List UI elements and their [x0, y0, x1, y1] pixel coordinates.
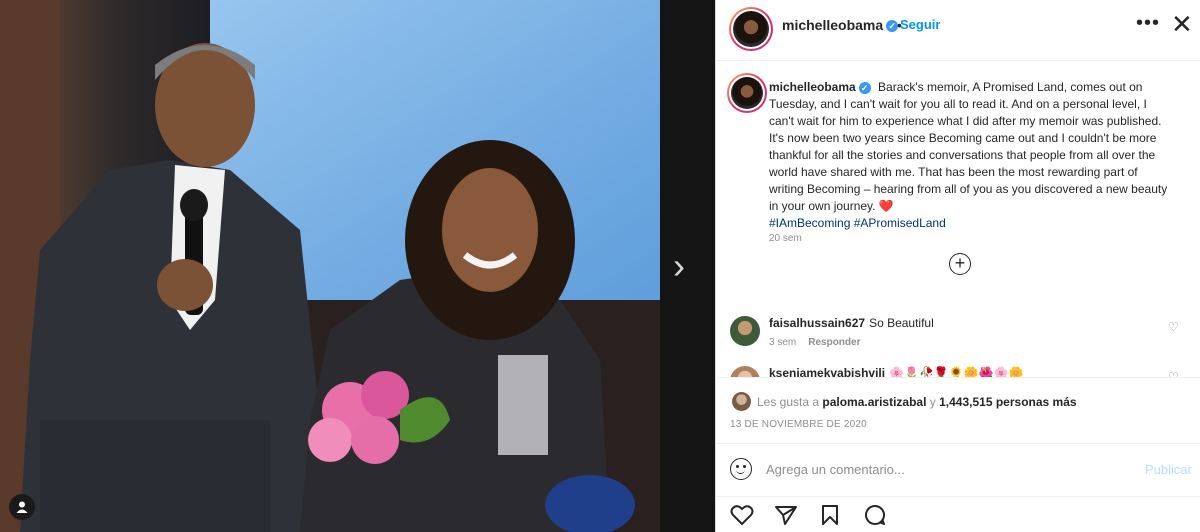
post-header: michelleobama ✓ • Seguir ••• ✕	[716, 0, 1200, 61]
comment-input[interactable]	[766, 459, 1126, 479]
comment-text: faisalhussain627 So Beautiful	[769, 316, 934, 330]
action-bar	[716, 498, 1200, 532]
close-icon[interactable]: ✕	[1171, 9, 1193, 39]
follow-button[interactable]: Seguir	[900, 17, 940, 32]
liker-avatar[interactable]	[732, 392, 751, 411]
verified-badge-icon: ✓	[858, 81, 871, 94]
comment-bubble-icon[interactable]	[863, 504, 887, 531]
comment-username[interactable]: faisalhussain627	[769, 316, 865, 330]
caption-hashtags[interactable]: #IAmBecoming #APromisedLand	[769, 216, 946, 230]
publish-button[interactable]: Publicar	[1145, 462, 1192, 477]
caption-body: Barack's memoir, A Promised Land, comes …	[769, 80, 1168, 213]
comments-section[interactable]: michelleobama ✓ Barack's memoir, A Promis…	[716, 62, 1200, 378]
likes-count[interactable]: 1,443,515 personas más	[939, 395, 1076, 409]
likes-summary[interactable]: Les gusta a paloma.aristizabal y 1,443,5…	[757, 395, 1077, 409]
comment-like-heart-icon[interactable]: ♡	[1168, 370, 1179, 377]
user-tag-icon[interactable]	[9, 494, 35, 520]
photo-illustration	[0, 0, 660, 532]
comment-body: 🌸🌷🥀🌹🌻🌼🌺🌸🌼	[889, 366, 1024, 378]
bookmark-icon[interactable]	[819, 504, 841, 531]
comment-username[interactable]: kseniamekvabishvili	[769, 366, 885, 377]
caption-text: michelleobama ✓ Barack's memoir, A Promis…	[769, 79, 1169, 232]
liker-username[interactable]: paloma.aristizabal	[822, 395, 926, 409]
comment-item: kseniamekvabishvili 🌸🌷🥀🌹🌻🌼🌺🌸🌼 ♡	[716, 362, 1200, 378]
more-options-icon[interactable]: •••	[1136, 12, 1160, 35]
post-panel: michelleobama ✓ • Seguir ••• ✕ michelleob…	[715, 0, 1200, 532]
comment-item: faisalhussain627 So Beautiful 3 sem Respon…	[716, 312, 1200, 356]
post-date: 13 DE NOVIEMBRE DE 2020	[730, 419, 867, 430]
comment-avatar[interactable]	[730, 366, 760, 377]
author-avatar[interactable]	[729, 7, 773, 51]
comment-body: So Beautiful	[869, 316, 934, 330]
comment-meta: 3 sem Responder	[769, 337, 872, 348]
caption-timestamp[interactable]: 20 sem	[769, 233, 802, 244]
heart-emoji: ❤️	[878, 199, 894, 213]
emoji-picker-icon[interactable]	[730, 458, 752, 480]
post-media: ›	[0, 0, 715, 532]
caption-avatar[interactable]	[727, 73, 767, 113]
share-send-icon[interactable]	[774, 504, 798, 531]
post-photo	[0, 0, 660, 532]
comment-time[interactable]: 3 sem	[769, 337, 796, 348]
comment-like-heart-icon[interactable]: ♡	[1168, 320, 1179, 334]
caption-username[interactable]: michelleobama ✓	[769, 80, 871, 94]
comment-text: kseniamekvabishvili 🌸🌷🥀🌹🌻🌼🌺🌸🌼	[769, 366, 1024, 378]
comment-composer: Publicar	[716, 445, 1200, 497]
comment-avatar[interactable]	[730, 316, 760, 346]
next-arrow-icon[interactable]: ›	[664, 246, 694, 286]
like-heart-icon[interactable]	[730, 504, 754, 531]
author-username[interactable]: michelleobama ✓	[782, 17, 899, 33]
likes-section: Les gusta a paloma.aristizabal y 1,443,5…	[716, 379, 1200, 444]
reply-button[interactable]: Responder	[808, 337, 860, 348]
load-more-comments-icon[interactable]: +	[949, 253, 971, 275]
